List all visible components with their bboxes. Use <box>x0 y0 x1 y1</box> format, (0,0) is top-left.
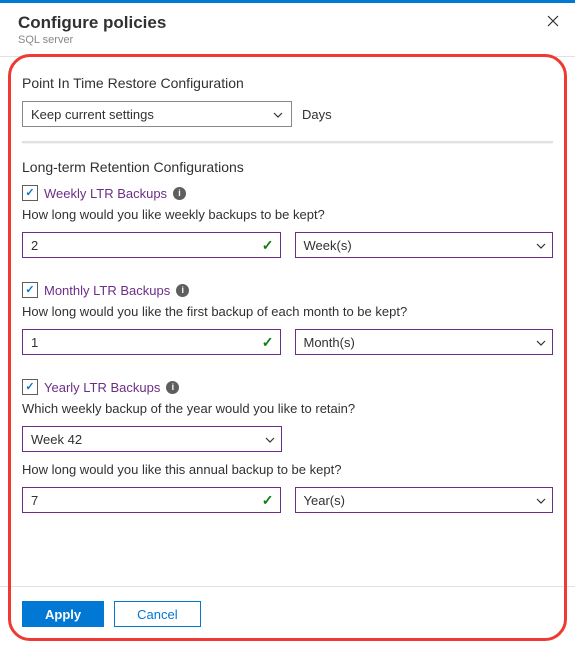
info-icon[interactable]: i <box>166 381 179 394</box>
weekly-value-input[interactable]: 2 ✓ <box>22 232 281 258</box>
info-icon[interactable]: i <box>176 284 189 297</box>
info-icon[interactable]: i <box>173 187 186 200</box>
weekly-question: How long would you like weekly backups t… <box>22 207 553 222</box>
weekly-value: 2 <box>31 238 38 253</box>
yearly-value: 7 <box>31 493 38 508</box>
ltr-section-title: Long-term Retention Configurations <box>22 159 553 175</box>
close-button[interactable] <box>543 11 563 31</box>
yearly-unit-value: Year(s) <box>304 493 345 508</box>
pitr-dropdown[interactable]: Keep current settings <box>22 101 292 127</box>
monthly-ltr-label: Monthly LTR Backups <box>44 283 170 298</box>
monthly-unit-dropdown[interactable]: Month(s) <box>295 329 554 355</box>
weekly-unit-dropdown[interactable]: Week(s) <box>295 232 554 258</box>
yearly-week-dropdown[interactable]: Week 42 <box>22 426 282 452</box>
monthly-unit-value: Month(s) <box>304 335 355 350</box>
chevron-down-icon <box>536 238 546 252</box>
chevron-down-icon <box>273 107 283 121</box>
yearly-question-2: How long would you like this annual back… <box>22 462 553 477</box>
checkmark-icon: ✓ <box>262 237 274 254</box>
page-title: Configure policies <box>18 13 557 33</box>
apply-button[interactable]: Apply <box>22 601 104 627</box>
pitr-dropdown-value: Keep current settings <box>31 107 154 122</box>
chevron-down-icon <box>536 493 546 507</box>
yearly-unit-dropdown[interactable]: Year(s) <box>295 487 554 513</box>
weekly-unit-value: Week(s) <box>304 238 352 253</box>
yearly-question-1: Which weekly backup of the year would yo… <box>22 401 553 416</box>
monthly-value-input[interactable]: 1 ✓ <box>22 329 281 355</box>
chevron-down-icon <box>536 335 546 349</box>
page-subtitle: SQL server <box>18 34 557 46</box>
yearly-ltr-label: Yearly LTR Backups <box>44 380 160 395</box>
footer: Apply Cancel <box>0 586 575 649</box>
close-icon <box>547 15 559 27</box>
yearly-week-value: Week 42 <box>31 432 82 447</box>
weekly-ltr-label: Weekly LTR Backups <box>44 186 167 201</box>
pitr-unit-label: Days <box>302 107 332 122</box>
cancel-button[interactable]: Cancel <box>114 601 200 627</box>
panel-header: Configure policies SQL server <box>0 3 575 57</box>
monthly-question: How long would you like the first backup… <box>22 304 553 319</box>
section-divider <box>22 141 553 143</box>
checkmark-icon: ✓ <box>262 334 274 351</box>
monthly-value: 1 <box>31 335 38 350</box>
checkmark-icon: ✓ <box>262 492 274 509</box>
weekly-ltr-checkbox[interactable]: ✓ <box>22 185 38 201</box>
monthly-ltr-checkbox[interactable]: ✓ <box>22 282 38 298</box>
yearly-ltr-checkbox[interactable]: ✓ <box>22 379 38 395</box>
yearly-value-input[interactable]: 7 ✓ <box>22 487 281 513</box>
chevron-down-icon <box>265 432 275 446</box>
pitr-section-title: Point In Time Restore Configuration <box>22 75 553 91</box>
